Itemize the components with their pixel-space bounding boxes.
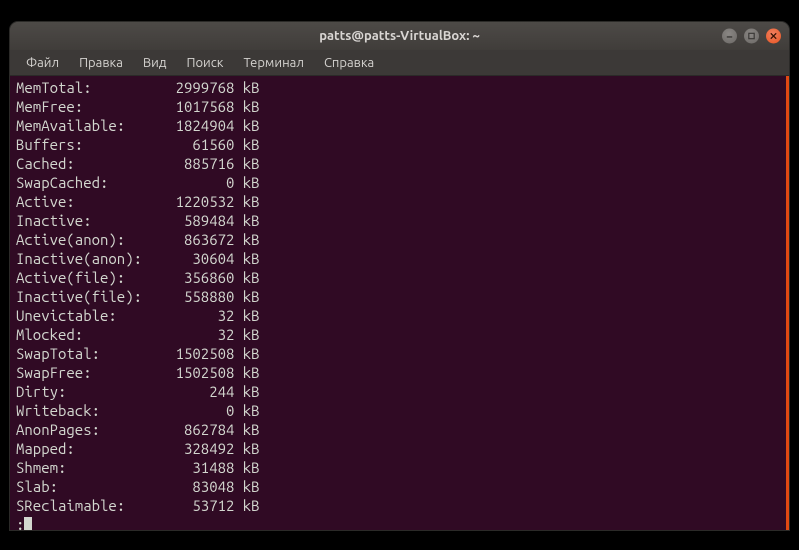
minimize-button[interactable] [722, 29, 737, 44]
menubar: Файл Правка Вид Поиск Терминал Справка [10, 50, 789, 76]
meminfo-line: Slab: 83048 kB [16, 477, 780, 496]
meminfo-line: Mapped: 328492 kB [16, 439, 780, 458]
meminfo-line: Mlocked: 32 kB [16, 325, 780, 344]
meminfo-line: SwapCached: 0 kB [16, 173, 780, 192]
maximize-button[interactable] [744, 29, 759, 44]
close-icon [769, 32, 778, 41]
meminfo-line: Dirty: 244 kB [16, 382, 780, 401]
window-controls [722, 29, 781, 44]
titlebar: patts@patts-VirtualBox: ~ [10, 22, 789, 50]
window-title: patts@patts-VirtualBox: ~ [319, 29, 480, 43]
meminfo-line: Cached: 885716 kB [16, 154, 780, 173]
menu-search[interactable]: Поиск [178, 54, 231, 72]
menu-file[interactable]: Файл [18, 54, 67, 72]
menu-view[interactable]: Вид [135, 54, 175, 72]
meminfo-line: Unevictable: 32 kB [16, 306, 780, 325]
meminfo-line: SReclaimable: 53712 kB [16, 496, 780, 515]
meminfo-line: AnonPages: 862784 kB [16, 420, 780, 439]
cursor [24, 517, 32, 530]
meminfo-line: MemAvailable: 1824904 kB [16, 116, 780, 135]
prompt-char: : [16, 515, 24, 530]
minimize-icon [725, 32, 734, 41]
meminfo-line: Inactive(anon): 30604 kB [16, 249, 780, 268]
meminfo-line: SwapTotal: 1502508 kB [16, 344, 780, 363]
meminfo-line: Active(anon): 863672 kB [16, 230, 780, 249]
meminfo-line: Active(file): 356860 kB [16, 268, 780, 287]
meminfo-line: MemTotal: 2999768 kB [16, 78, 780, 97]
close-button[interactable] [766, 29, 781, 44]
pager-prompt[interactable]: : [16, 515, 780, 530]
menu-help[interactable]: Справка [316, 54, 382, 72]
menu-edit[interactable]: Правка [71, 54, 131, 72]
meminfo-line: Buffers: 61560 kB [16, 135, 780, 154]
meminfo-line: SwapFree: 1502508 kB [16, 363, 780, 382]
terminal-window: patts@patts-VirtualBox: ~ Файл Правка Ви… [10, 22, 789, 530]
maximize-icon [747, 32, 756, 41]
meminfo-line: Inactive: 589484 kB [16, 211, 780, 230]
menu-terminal[interactable]: Терминал [235, 54, 311, 72]
meminfo-line: Inactive(file): 558880 kB [16, 287, 780, 306]
meminfo-line: Writeback: 0 kB [16, 401, 780, 420]
meminfo-line: MemFree: 1017568 kB [16, 97, 780, 116]
terminal-area[interactable]: MemTotal: 2999768 kBMemFree: 1017568 kBM… [10, 76, 789, 530]
meminfo-line: Active: 1220532 kB [16, 192, 780, 211]
meminfo-line: Shmem: 31488 kB [16, 458, 780, 477]
